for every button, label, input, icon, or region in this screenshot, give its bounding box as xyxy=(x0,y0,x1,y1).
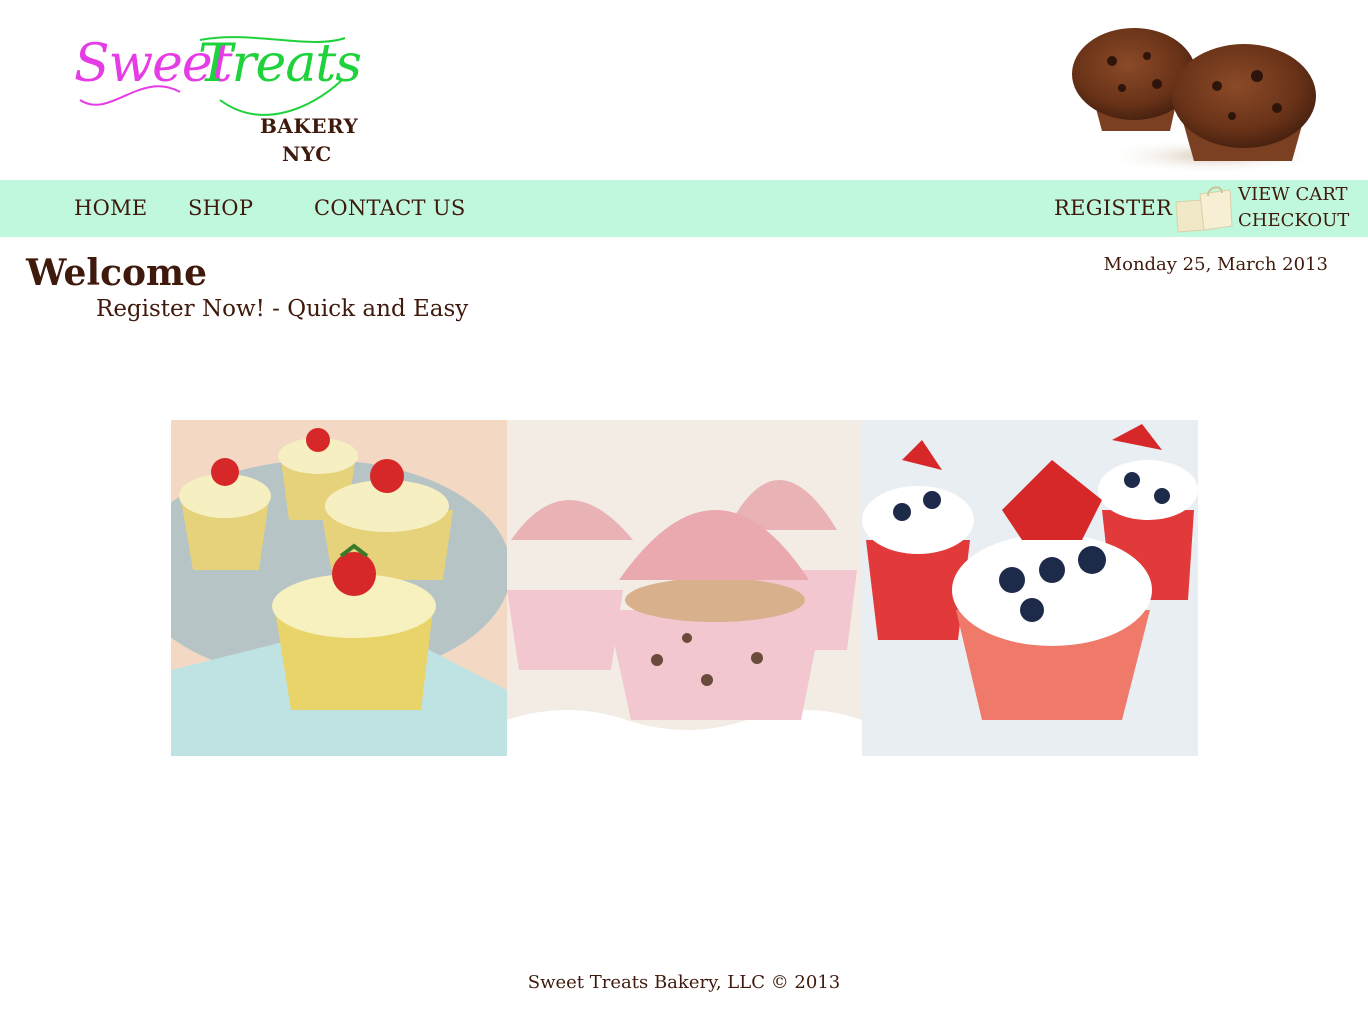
current-date: Monday 25, March 2013 xyxy=(1103,254,1328,275)
shopping-bag-icon[interactable] xyxy=(1172,184,1236,234)
cupcake-gallery xyxy=(171,420,1198,756)
logo-bakery-label: BAKERY xyxy=(260,114,359,138)
pink-frosted-cupcakes-photo xyxy=(507,420,862,756)
muffins-header-image xyxy=(1062,16,1324,176)
nav-register-link[interactable]: REGISTER xyxy=(1054,196,1172,220)
register-promo-link[interactable]: Register Now! - Quick and Easy xyxy=(96,296,468,322)
nav-shop-link[interactable]: SHOP xyxy=(188,196,253,220)
site-logo[interactable]: Sweet Treats BAKERY NYC xyxy=(70,30,370,170)
footer-copyright: Sweet Treats Bakery, LLC © 2013 xyxy=(527,972,841,993)
logo-word-treats: Treats xyxy=(198,34,362,94)
nav-contact-link[interactable]: CONTACT US xyxy=(314,196,466,220)
logo-city-label: NYC xyxy=(282,142,332,166)
checkout-link[interactable]: CHECKOUT xyxy=(1238,210,1349,231)
nav-home-link[interactable]: HOME xyxy=(74,196,148,220)
strawberry-cupcakes-photo xyxy=(171,420,507,756)
berry-cream-cupcakes-photo xyxy=(862,420,1198,756)
view-cart-link[interactable]: VIEW CART xyxy=(1238,184,1348,205)
page-title: Welcome xyxy=(26,252,208,294)
